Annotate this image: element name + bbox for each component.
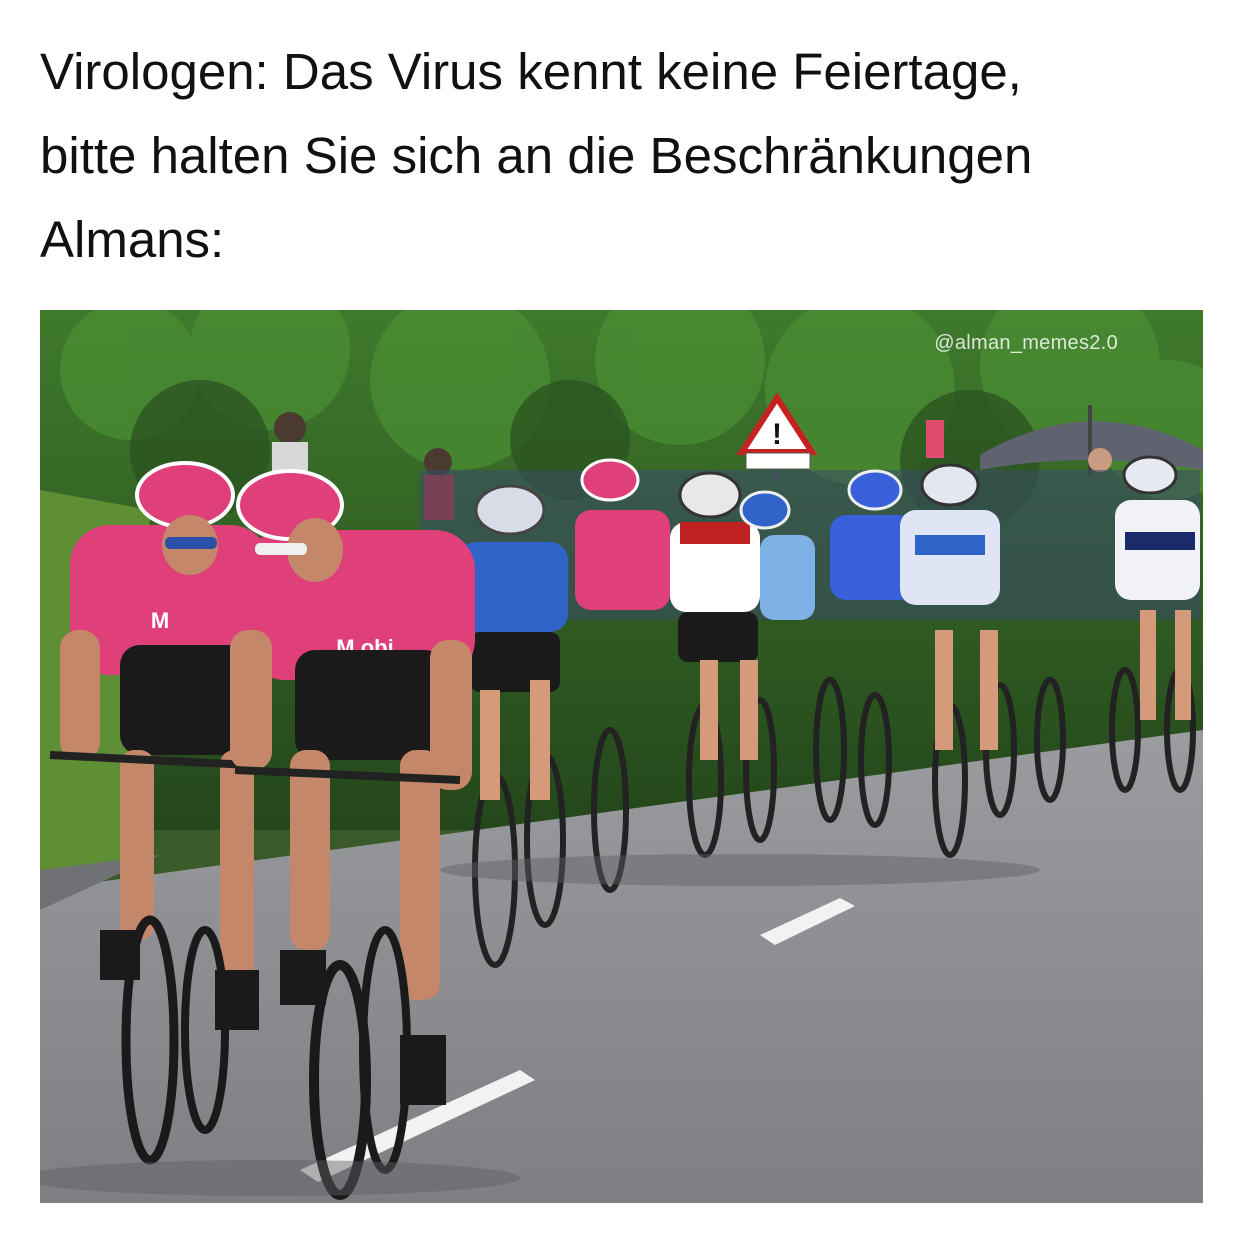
photo-illustration: ! M M obi: [40, 310, 1203, 1203]
svg-text:M: M: [151, 608, 169, 633]
watermark: @alman_memes2.0: [934, 332, 1118, 354]
caption-line-2: bitte halten Sie sich an die Beschränkun…: [40, 127, 1033, 184]
peloton-photo: ! M M obi @alman_memes2.0: [40, 310, 1203, 1203]
caption-line-1: Virologen: Das Virus kennt keine Feierta…: [40, 43, 1022, 100]
meme-caption: Virologen: Das Virus kennt keine Feierta…: [40, 30, 1210, 282]
caption-line-3: Almans:: [40, 211, 225, 268]
svg-text:!: !: [772, 418, 782, 451]
